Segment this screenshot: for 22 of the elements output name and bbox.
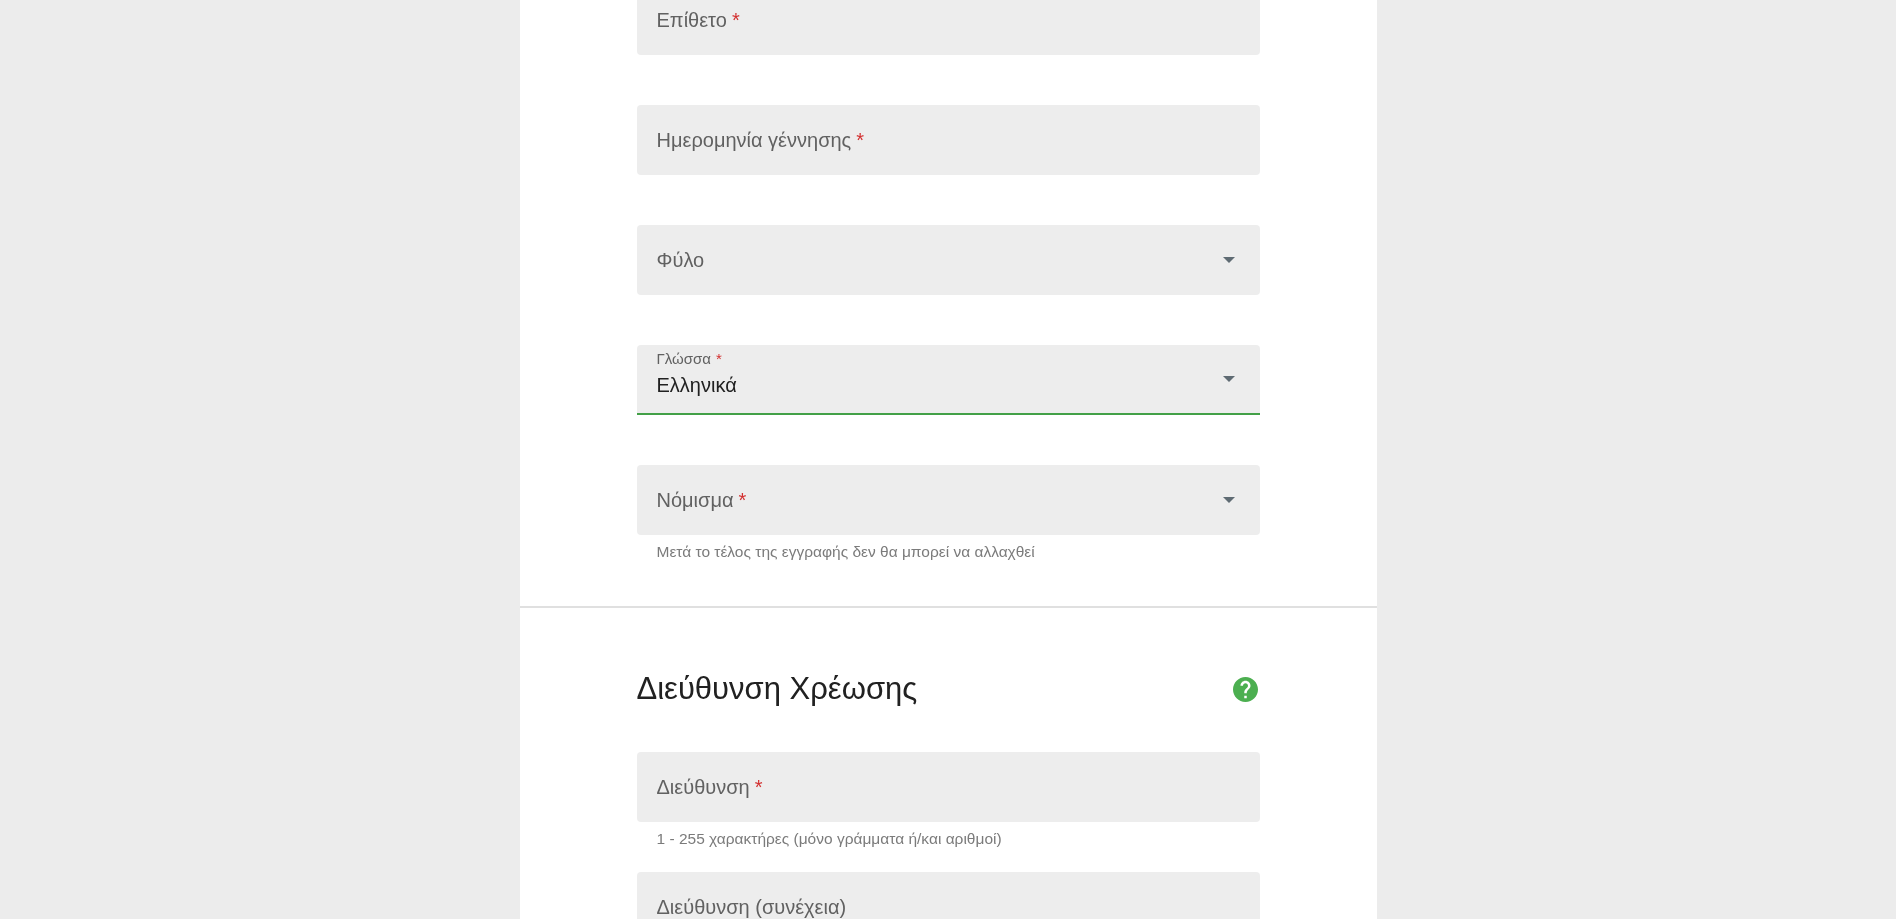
field-value: Ελληνικά xyxy=(656,373,737,397)
dropdown-field[interactable]: Φύλο xyxy=(636,225,1260,295)
field-label: Επίθετο * xyxy=(656,10,740,30)
section-title: Διεύθυνση Χρέωσης xyxy=(636,671,918,707)
help-icon[interactable] xyxy=(1232,676,1258,702)
text-field[interactable]: Επίθετο * xyxy=(636,0,1260,55)
field-label: Διεύθυνση * xyxy=(656,777,763,797)
field-label: Νόμισμα * xyxy=(656,490,747,510)
text-field[interactable]: Ημερομηνία γέννησης * xyxy=(636,105,1260,175)
field-label: Γλώσσα * xyxy=(656,351,722,367)
field-label: Διεύθυνση (συνέχεια) xyxy=(656,897,847,917)
field-hint: 1 - 255 χαρακτήρες (μόνο γράμματα ή/και αριθμοί) xyxy=(655,830,1002,847)
field-label: Ημερομηνία γέννησης * xyxy=(656,130,865,150)
caret-icon xyxy=(1222,376,1235,382)
caret-icon xyxy=(1222,497,1235,503)
text-field[interactable]: Διεύθυνση (συνέχεια) xyxy=(636,872,1260,919)
caret-icon xyxy=(1222,257,1235,263)
dropdown-field[interactable]: Νόμισμα * xyxy=(636,465,1260,535)
text-field[interactable]: Διεύθυνση * xyxy=(636,752,1260,822)
field-hint: Μετά το τέλος της εγγραφής δεν θα μπορεί να αλλαχθεί xyxy=(655,543,1035,560)
field-label: Φύλο xyxy=(656,250,705,270)
dropdown-field[interactable]: Γλώσσα * Ελληνικά xyxy=(636,345,1260,415)
